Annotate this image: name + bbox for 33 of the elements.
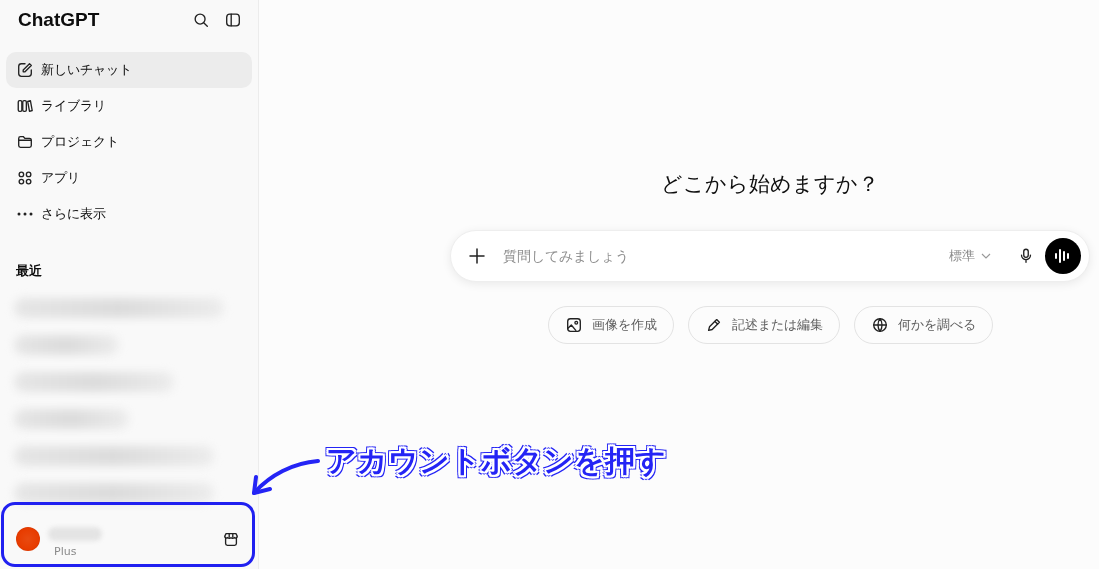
sidebar-toggle-button[interactable]: [224, 11, 242, 30]
store-icon: [222, 530, 240, 549]
message-composer[interactable]: 質問してみましょう 標準: [450, 230, 1090, 282]
sidebar-item[interactable]: さらに表示: [6, 196, 252, 233]
section-heading: 最近: [15, 262, 43, 281]
plan-label: Plus: [53, 544, 78, 558]
edit-icon: [16, 61, 34, 80]
chevron-down-icon: [981, 251, 991, 261]
blurred-chat-item[interactable]: [14, 483, 214, 504]
search-button[interactable]: [192, 11, 210, 30]
model-selector[interactable]: 標準: [949, 247, 991, 265]
more-icon: [17, 212, 33, 217]
sidebar-item[interactable]: プロジェクト: [6, 124, 252, 161]
image-icon: [564, 316, 583, 334]
waveform-icon: [1054, 248, 1072, 264]
globe-icon: [870, 316, 889, 334]
search-icon: [192, 11, 210, 30]
plus-icon: [467, 246, 487, 266]
sidebar-icon: [224, 11, 242, 30]
app-logo-text: ChatGPT: [18, 9, 101, 32]
avatar: [16, 527, 40, 552]
sidebar-item[interactable]: 新しいチャット: [6, 52, 252, 89]
suggestion-chip[interactable]: 画像を作成: [547, 306, 674, 344]
annotation-text: アカウントボタンを押す: [326, 442, 666, 480]
page-heading: どこから始めますか？: [661, 171, 879, 198]
message-input[interactable]: 質問してみましょう: [497, 247, 939, 265]
apps-icon: [16, 169, 34, 188]
sidebar-item[interactable]: アプリ: [6, 160, 252, 197]
sidebar-item[interactable]: ライブラリ: [6, 88, 252, 125]
suggestion-chip[interactable]: 記述または編集: [687, 306, 840, 344]
voice-mode-button[interactable]: [1045, 238, 1081, 274]
suggestion-chip[interactable]: 何かを調べる: [853, 306, 993, 344]
add-button[interactable]: [467, 246, 487, 266]
